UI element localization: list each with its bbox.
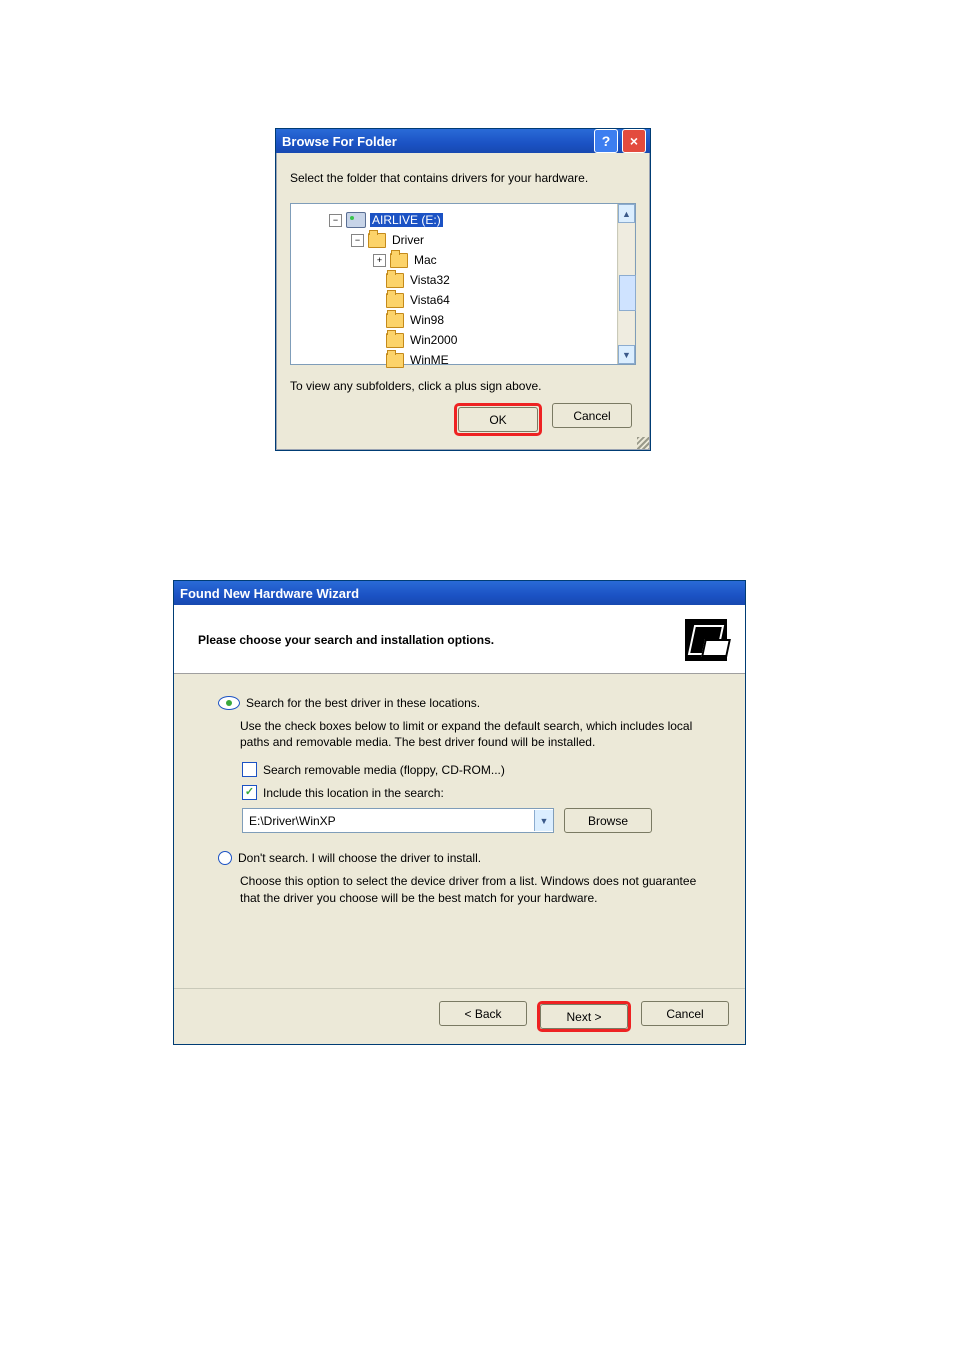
hardware-wizard-dialog: Found New Hardware Wizard Please choose …: [173, 580, 746, 1045]
dialog-title: Browse For Folder: [280, 134, 590, 149]
cancel-button[interactable]: Cancel: [552, 403, 632, 428]
ok-highlight: OK: [454, 403, 542, 436]
checkbox-unchecked-icon[interactable]: [242, 762, 257, 777]
tree-label[interactable]: Driver: [390, 233, 426, 247]
radio-label: Don't search. I will choose the driver t…: [238, 851, 481, 865]
folder-icon: [368, 233, 386, 248]
tree-label[interactable]: Vista32: [408, 273, 452, 287]
dont-search-help-text: Choose this option to select the device …: [240, 873, 719, 905]
tree-node-vista64[interactable]: Vista64: [291, 290, 635, 310]
folder-icon: [386, 353, 404, 368]
scroll-up-icon[interactable]: ▲: [618, 204, 635, 223]
hint-text: To view any subfolders, click a plus sig…: [290, 379, 636, 393]
tree-label[interactable]: Win2000: [408, 333, 459, 347]
checkbox-checked-icon[interactable]: ✓: [242, 785, 257, 800]
checkbox-include-location[interactable]: ✓ Include this location in the search:: [242, 785, 719, 800]
radio-selected-icon[interactable]: [218, 696, 240, 710]
radio-search-locations[interactable]: Search for the best driver in these loca…: [218, 696, 719, 710]
wizard-button-row: < Back Next > Cancel: [174, 988, 745, 1044]
tree-label-drive[interactable]: AIRLIVE (E:): [370, 213, 443, 227]
tree-node-winme[interactable]: WinME: [291, 350, 635, 370]
radio-label: Search for the best driver in these loca…: [246, 696, 480, 710]
back-button[interactable]: < Back: [439, 1001, 527, 1026]
scroll-track[interactable]: [619, 223, 634, 345]
location-combobox[interactable]: E:\Driver\WinXP ▼: [242, 808, 554, 833]
folder-tree[interactable]: − AIRLIVE (E:) − Driver + Mac: [290, 203, 636, 365]
tree-label[interactable]: Vista64: [408, 293, 452, 307]
tree-node-win2000[interactable]: Win2000: [291, 330, 635, 350]
cancel-button[interactable]: Cancel: [641, 1001, 729, 1026]
collapse-icon[interactable]: −: [351, 234, 364, 247]
scrollbar[interactable]: ▲ ▼: [617, 204, 635, 364]
tree-label[interactable]: Win98: [408, 313, 446, 327]
drive-icon: [346, 212, 366, 228]
search-help-text: Use the check boxes below to limit or ex…: [240, 718, 719, 750]
next-highlight: Next >: [537, 1001, 631, 1032]
dialog-title: Found New Hardware Wizard: [178, 586, 741, 601]
tree-node-win98[interactable]: Win98: [291, 310, 635, 330]
wizard-heading: Please choose your search and installati…: [198, 633, 673, 647]
tree-node-vista32[interactable]: Vista32: [291, 270, 635, 290]
close-button[interactable]: ×: [622, 129, 646, 153]
next-button[interactable]: Next >: [540, 1004, 628, 1029]
ok-button[interactable]: OK: [458, 407, 538, 432]
tree-node-drive[interactable]: − AIRLIVE (E:): [291, 210, 635, 230]
scroll-down-icon[interactable]: ▼: [618, 345, 635, 364]
checkbox-label: Include this location in the search:: [263, 786, 444, 800]
folder-icon: [386, 313, 404, 328]
expand-icon[interactable]: +: [373, 254, 386, 267]
checkbox-label: Search removable media (floppy, CD-ROM..…: [263, 763, 505, 777]
radio-dont-search[interactable]: Don't search. I will choose the driver t…: [218, 851, 719, 865]
tree-label[interactable]: WinME: [408, 353, 451, 367]
collapse-icon[interactable]: −: [329, 214, 342, 227]
help-button[interactable]: ?: [594, 129, 618, 153]
wizard-header: Please choose your search and installati…: [174, 605, 745, 674]
folder-icon: [386, 273, 404, 288]
hardware-icon: [685, 619, 727, 661]
scroll-thumb[interactable]: [619, 275, 636, 311]
titlebar: Browse For Folder ? ×: [276, 129, 650, 153]
location-value[interactable]: E:\Driver\WinXP: [243, 814, 534, 828]
tree-node-driver[interactable]: − Driver: [291, 230, 635, 250]
browse-folder-dialog: Browse For Folder ? × Select the folder …: [275, 128, 651, 451]
instruction-text: Select the folder that contains drivers …: [290, 171, 636, 185]
tree-label[interactable]: Mac: [412, 253, 439, 267]
folder-icon: [386, 293, 404, 308]
resize-grip-icon[interactable]: [637, 437, 649, 449]
folder-icon: [390, 253, 408, 268]
folder-icon: [386, 333, 404, 348]
titlebar: Found New Hardware Wizard: [174, 581, 745, 605]
tree-node-mac[interactable]: + Mac: [291, 250, 635, 270]
chevron-down-icon[interactable]: ▼: [534, 810, 553, 831]
radio-unselected-icon[interactable]: [218, 851, 232, 865]
checkbox-removable-media[interactable]: Search removable media (floppy, CD-ROM..…: [242, 762, 719, 777]
browse-button[interactable]: Browse: [564, 808, 652, 833]
